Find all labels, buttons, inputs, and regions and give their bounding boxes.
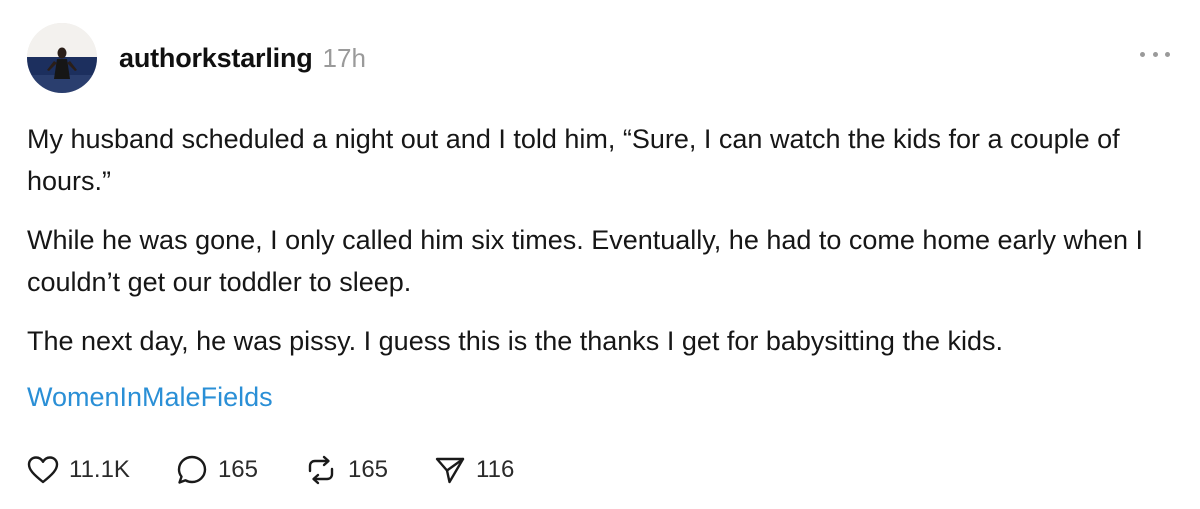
comment-count: 165 [217, 456, 258, 483]
post-header: authorkstarling 17h [27, 22, 366, 94]
post-paragraph: My husband scheduled a night out and I t… [27, 124, 1120, 196]
post-time: 17h [322, 42, 366, 73]
post-body: My husband scheduled a night out and I t… [27, 118, 1177, 379]
comment-bubble-icon [177, 455, 207, 484]
action-bar: 11.1K 165 165 116 [27, 450, 560, 490]
more-dots-icon [1152, 51, 1158, 57]
heart-icon [27, 456, 59, 484]
repost-icon [308, 455, 334, 485]
comment-button[interactable]: 165 [176, 454, 258, 486]
avatar-image [27, 23, 97, 93]
more-dots-icon [1165, 51, 1170, 57]
share-count: 116 [476, 456, 515, 483]
like-count: 11.1K [69, 456, 130, 483]
like-button[interactable]: 11.1K [27, 455, 130, 485]
repost-button[interactable]: 165 [304, 454, 388, 486]
topic-tag-link[interactable]: WomenInMaleFields [27, 382, 273, 413]
share-button[interactable]: 116 [434, 454, 514, 486]
send-icon [435, 457, 465, 484]
avatar[interactable] [27, 23, 97, 93]
more-options-button[interactable] [1140, 44, 1170, 64]
post-paragraph: While he was gone, I only called him six… [27, 225, 1144, 297]
thread-post: authorkstarling 17h My husband scheduled… [0, 0, 1200, 509]
repost-count: 165 [347, 456, 389, 483]
post-paragraph: The next day, he was pissy. I guess this… [27, 326, 1003, 356]
username[interactable]: authorkstarling [119, 43, 313, 74]
more-dots-icon [1140, 51, 1145, 57]
